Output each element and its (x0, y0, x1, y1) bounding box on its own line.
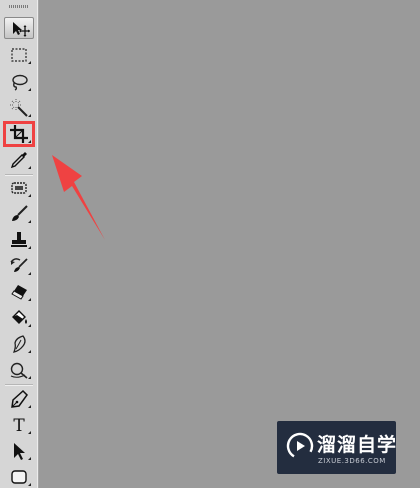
paint-bucket-icon (12, 310, 27, 324)
path-selection-tool[interactable] (4, 440, 34, 462)
lasso-tool[interactable] (4, 71, 34, 93)
brush-icon (12, 205, 28, 221)
brush-tool[interactable] (4, 203, 34, 225)
submenu-indicator (28, 194, 31, 197)
submenu-indicator (28, 350, 31, 353)
tool-separator (5, 384, 33, 386)
type-tool-label: T (13, 416, 25, 435)
eyedropper-tool[interactable] (4, 149, 34, 171)
watermark-url: ZIXUE.3D66.COM (318, 457, 386, 465)
submenu-indicator (28, 220, 31, 223)
play-logo-icon (286, 432, 314, 460)
eraser-tool[interactable] (4, 281, 34, 303)
eraser-icon (11, 285, 27, 300)
panel-grip[interactable] (9, 5, 28, 8)
submenu-indicator (28, 272, 31, 275)
tool-separator (5, 174, 33, 176)
submenu-indicator (28, 376, 31, 379)
tools-panel: T (0, 0, 39, 488)
blur-tool[interactable] (4, 333, 34, 355)
marquee-tool[interactable] (4, 44, 34, 66)
move-tool-icon (13, 22, 30, 37)
watermark-title: 溜溜自学 (317, 434, 398, 456)
submenu-indicator (28, 324, 31, 327)
submenu-indicator (28, 298, 31, 301)
dodge-tool[interactable] (4, 359, 34, 381)
submenu-indicator (28, 114, 31, 117)
magic-wand-icon (10, 99, 28, 117)
blur-icon (12, 335, 26, 353)
submenu-indicator (28, 246, 31, 249)
path-selection-icon (14, 443, 25, 460)
submenu-indicator (28, 457, 31, 460)
crop-tool-highlight (3, 121, 35, 147)
clone-stamp-icon (11, 232, 27, 247)
healing-tool[interactable] (4, 177, 34, 199)
submenu-indicator (28, 483, 31, 486)
shape-tool[interactable] (4, 466, 34, 488)
move-tool[interactable] (4, 17, 34, 39)
magic-wand-tool[interactable] (4, 97, 34, 119)
paint-bucket-tool[interactable] (4, 307, 34, 329)
watermark: 溜溜自学 ZIXUE.3D66.COM (277, 421, 396, 474)
dodge-icon (10, 362, 28, 379)
pen-tool[interactable] (4, 388, 34, 410)
rectangular-marquee-icon (11, 48, 27, 62)
history-brush-icon (10, 258, 28, 272)
history-brush-tool[interactable] (4, 255, 34, 277)
type-tool[interactable]: T (4, 414, 34, 436)
submenu-indicator (28, 61, 31, 64)
type-icon: T (13, 416, 25, 435)
arrow-icon (52, 155, 105, 240)
annotation-arrow (52, 155, 105, 240)
submenu-indicator (28, 166, 31, 169)
submenu-indicator (28, 405, 31, 408)
submenu-indicator (28, 431, 31, 434)
eyedropper-icon (10, 152, 27, 169)
clone-stamp-tool[interactable] (4, 229, 34, 251)
submenu-indicator (28, 88, 31, 91)
rounded-rectangle-icon (11, 470, 27, 484)
pen-icon (11, 389, 28, 408)
lasso-icon (12, 74, 28, 91)
spot-healing-icon (11, 182, 27, 194)
